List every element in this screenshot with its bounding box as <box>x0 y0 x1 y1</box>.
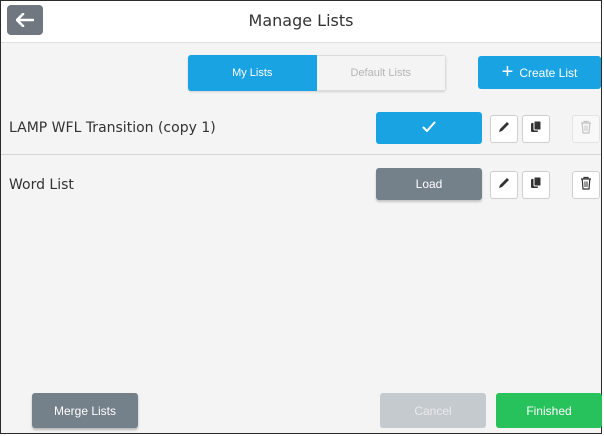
edit-list-button[interactable] <box>490 115 518 143</box>
load-list-button[interactable]: Load <box>376 168 482 200</box>
list-tabs: My Lists Default Lists <box>188 55 446 91</box>
create-list-button[interactable]: + Create List <box>478 56 601 89</box>
delete-list-button[interactable] <box>572 171 600 199</box>
copy-list-button[interactable] <box>522 115 550 143</box>
merge-lists-button[interactable]: Merge Lists <box>32 393 138 428</box>
cancel-button[interactable]: Cancel <box>380 393 486 428</box>
copy-icon <box>529 176 543 195</box>
list-item-name: Word List <box>9 177 74 193</box>
copy-icon <box>529 120 543 139</box>
tab-my-lists[interactable]: My Lists <box>188 55 317 91</box>
edit-pencil-icon <box>497 176 511 195</box>
header-bar: Manage Lists <box>1 1 601 43</box>
finished-button[interactable]: Finished <box>496 393 602 428</box>
copy-list-button[interactable] <box>522 171 550 199</box>
page-title: Manage Lists <box>248 11 354 30</box>
checkmark-icon <box>422 121 436 136</box>
create-list-label: Create List <box>519 65 578 80</box>
trash-icon <box>580 120 592 139</box>
tab-default-lists[interactable]: Default Lists <box>316 55 446 91</box>
list-item-name: LAMP WFL Transition (copy 1) <box>9 120 216 136</box>
selected-list-button[interactable] <box>376 112 482 144</box>
trash-icon <box>580 176 592 195</box>
edit-list-button[interactable] <box>490 171 518 199</box>
delete-list-button[interactable] <box>572 115 600 143</box>
plus-icon: + <box>501 60 514 83</box>
edit-pencil-icon <box>497 120 511 139</box>
